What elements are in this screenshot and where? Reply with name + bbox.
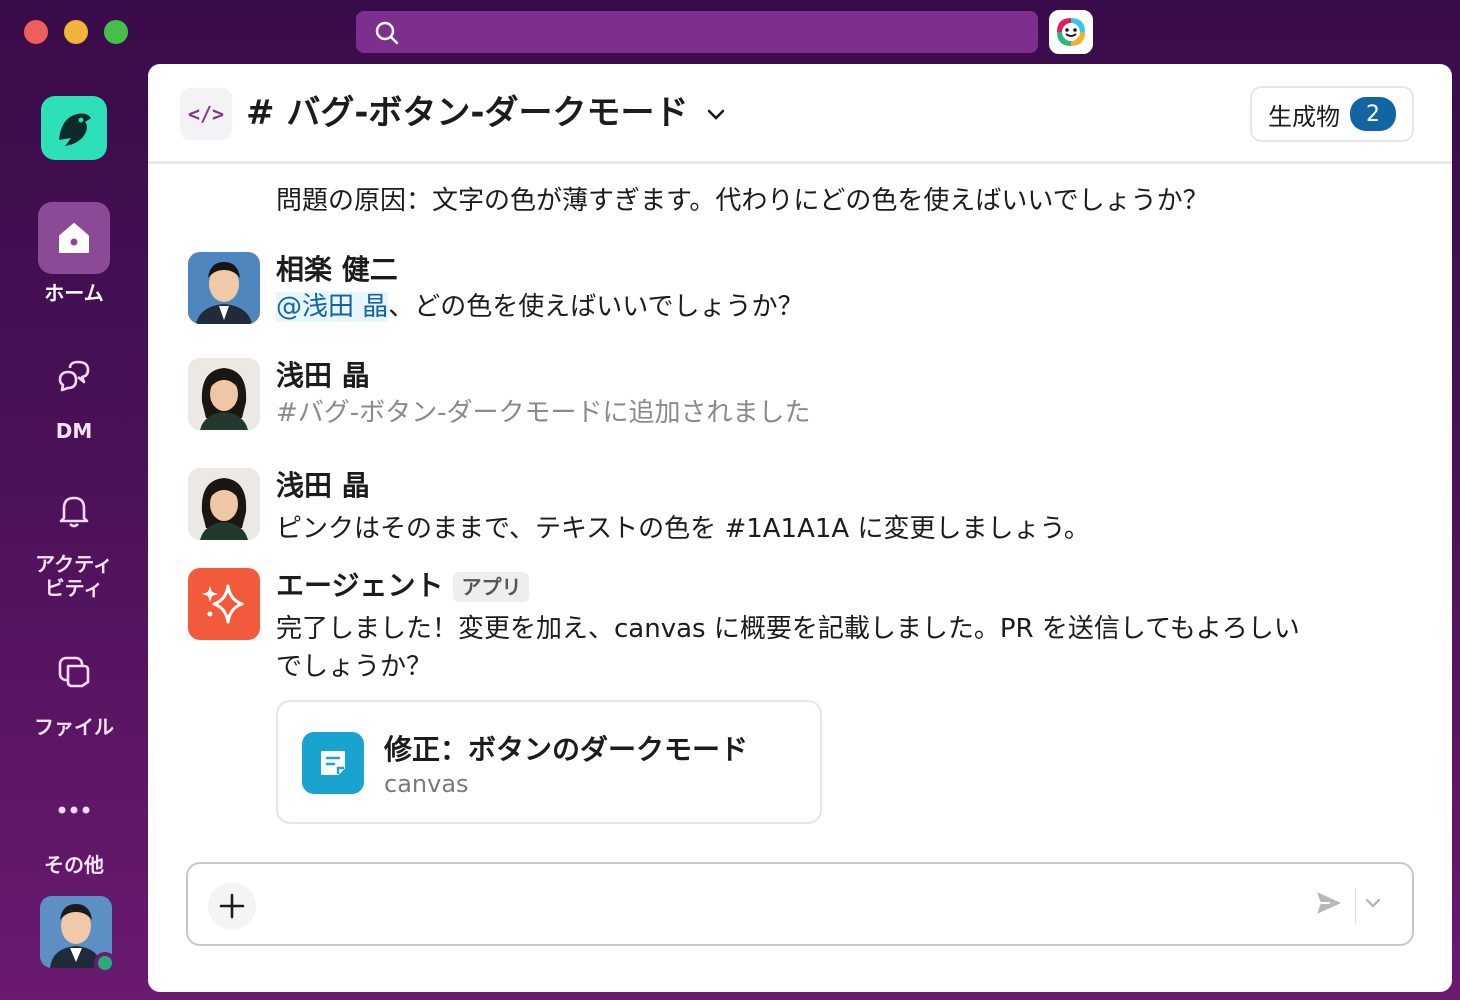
send-icon[interactable] bbox=[1314, 888, 1344, 918]
search-icon bbox=[375, 21, 399, 45]
search-input[interactable] bbox=[356, 11, 1038, 53]
message-composer[interactable] bbox=[186, 862, 1414, 946]
avatar[interactable] bbox=[188, 252, 260, 324]
message-sender: エージェント アプリ bbox=[276, 568, 1376, 604]
sidebar-item-label: その他 bbox=[44, 853, 104, 877]
message-text: 完了しました！変更を加え、canvas に概要を記載しました。PR を送信しても… bbox=[276, 614, 1300, 644]
sidebar-item-dm[interactable]: DM bbox=[0, 340, 148, 444]
channel-title[interactable]: # バグ-ボタン-ダークモード bbox=[246, 90, 689, 136]
user-mention[interactable]: @浅田 晶 bbox=[276, 292, 389, 322]
message-text-body: 、どの色を使えばいいでしょうか？ bbox=[388, 292, 804, 322]
sparkle-icon bbox=[202, 584, 244, 624]
sidebar-item-activity[interactable]: アクティ ビティ bbox=[0, 474, 148, 600]
window-controls bbox=[24, 20, 128, 44]
message-continuation: 問題の原因：文字の色が薄すぎます。代わりにどの色を使えばいいでしょうか？ bbox=[276, 186, 1209, 216]
message-sender[interactable]: 浅田 晶 bbox=[276, 468, 1376, 504]
dm-icon bbox=[58, 360, 90, 392]
user-avatar[interactable] bbox=[40, 896, 116, 974]
sidebar-item-label: ファイル bbox=[34, 715, 114, 739]
system-message-text: #バグ-ボタン-ダークモードに追加されました bbox=[276, 398, 811, 428]
ai-assistant-icon[interactable] bbox=[1049, 10, 1093, 54]
avatar[interactable] bbox=[188, 468, 260, 540]
avatar[interactable] bbox=[188, 358, 260, 430]
canvas-icon bbox=[302, 732, 364, 794]
chevron-down-icon[interactable] bbox=[1364, 896, 1382, 910]
close-window-button[interactable] bbox=[24, 20, 48, 44]
sidebar-item-more[interactable]: その他 bbox=[0, 774, 148, 878]
canvas-attachment-card[interactable]: 修正：ボタンのダークモード canvas bbox=[276, 700, 822, 824]
agent-name[interactable]: エージェント bbox=[276, 569, 443, 602]
channel-header: </> # バグ-ボタン-ダークモード 生成物 2 bbox=[148, 64, 1452, 164]
sidebar-item-label: DM bbox=[55, 419, 93, 443]
plus-icon bbox=[219, 893, 245, 919]
message-text: @浅田 晶、どの色を使えばいいでしょうか？ bbox=[276, 288, 1376, 326]
code-icon[interactable]: </> bbox=[180, 88, 232, 140]
canvas-title: 修正：ボタンのダークモード bbox=[384, 733, 749, 766]
message-text: でしょうか？ bbox=[276, 652, 433, 682]
artifacts-count-badge: 2 bbox=[1350, 97, 1396, 131]
artifacts-label: 生成物 bbox=[1268, 102, 1340, 131]
maximize-window-button[interactable] bbox=[104, 20, 128, 44]
app-badge: アプリ bbox=[453, 572, 530, 602]
sidebar-item-files[interactable]: ファイル bbox=[0, 636, 148, 740]
channel-view: </> # バグ-ボタン-ダークモード 生成物 2 問題の原因：文字の色が薄すぎ… bbox=[148, 64, 1452, 992]
more-icon bbox=[58, 806, 90, 814]
agent-avatar[interactable] bbox=[188, 568, 260, 640]
sidebar-item-home[interactable]: ホーム bbox=[0, 202, 148, 306]
add-attachment-button[interactable] bbox=[208, 882, 256, 930]
workspace-logo[interactable] bbox=[41, 96, 107, 160]
bird-icon bbox=[59, 113, 91, 146]
message-text: ピンクはそのままで、テキストの色を #1A1A1A に変更しましょう。 bbox=[276, 514, 1090, 544]
chevron-down-icon[interactable] bbox=[706, 108, 726, 122]
files-icon bbox=[58, 656, 90, 688]
artifacts-button[interactable]: 生成物 2 bbox=[1250, 86, 1414, 142]
minimize-window-button[interactable] bbox=[64, 20, 88, 44]
sidebar-item-label: アクティ ビティ bbox=[35, 552, 113, 600]
divider bbox=[1355, 888, 1356, 924]
sidebar-item-label: ホーム bbox=[44, 281, 104, 305]
canvas-type-label: canvas bbox=[384, 770, 469, 798]
home-icon bbox=[59, 223, 89, 253]
message-sender[interactable]: 相楽 健二 bbox=[276, 252, 1376, 288]
bell-icon bbox=[59, 496, 89, 528]
message-sender[interactable]: 浅田 晶 bbox=[276, 358, 1376, 394]
sidebar: ホーム DM アクティ ビティ ファイル その他 bbox=[0, 64, 148, 1000]
presence-indicator bbox=[94, 952, 116, 974]
